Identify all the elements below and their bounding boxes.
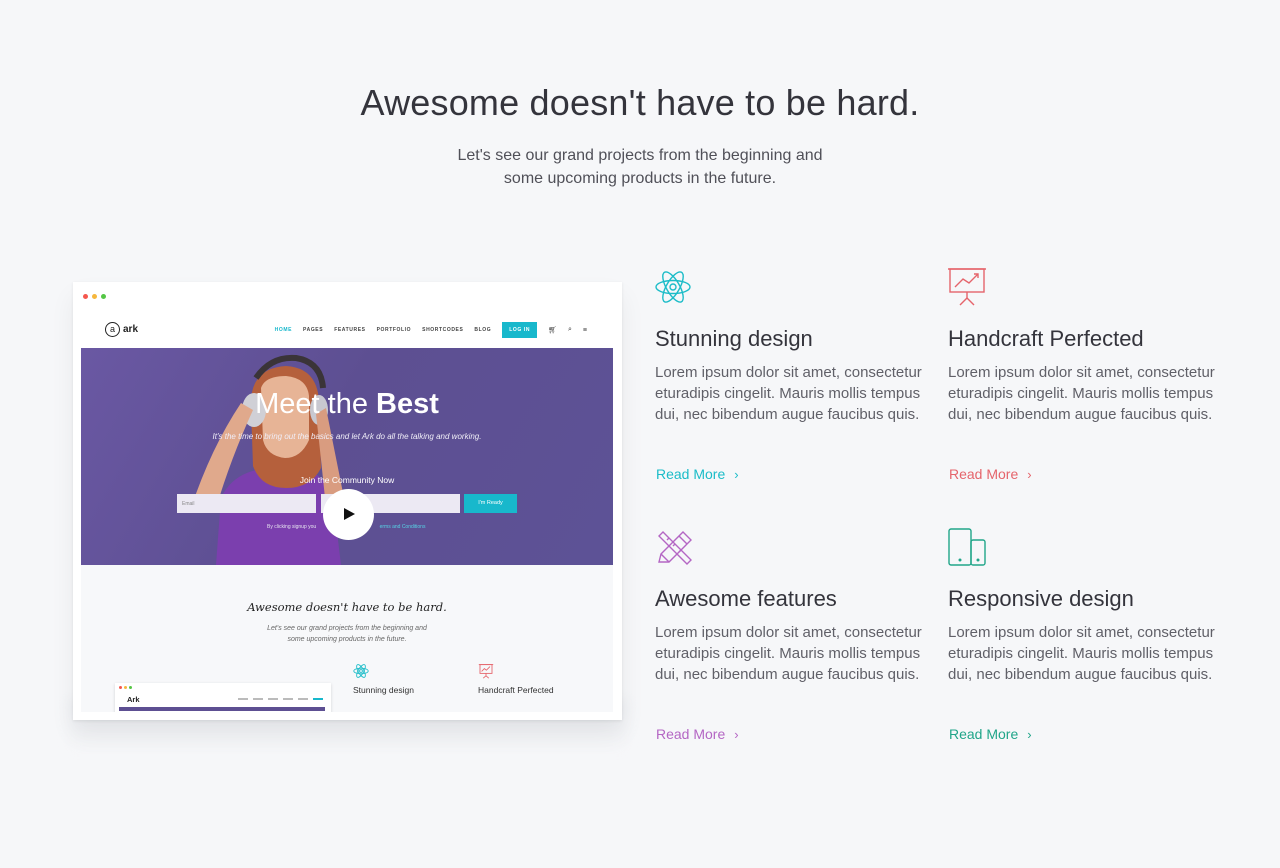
community-label: Join the Community Now <box>299 475 395 485</box>
chevron-right-icon: › <box>734 467 739 482</box>
feature-title: Awesome features <box>655 586 837 611</box>
devices-icon <box>948 528 986 566</box>
read-more-link[interactable]: Read More › <box>656 726 739 742</box>
section-subtitle: Let's see our grand projects from the be… <box>440 144 840 190</box>
mini-presentation-icon <box>478 664 494 679</box>
feature-description: Lorem ipsum dolor sit amet, consectetur … <box>948 624 1215 683</box>
banner-description: It's the time to bring out the basics an… <box>212 432 482 441</box>
feature-title: Responsive design <box>948 586 1134 611</box>
menu-item-features: FEATURES <box>334 327 366 333</box>
mockup-subtitle-line-2: some upcoming products in the future. <box>287 636 407 643</box>
banner-title: Meet the Best <box>81 388 613 421</box>
menu-item-portfolio: PORTFOLIO <box>376 327 412 333</box>
mockup-section-title: Awesome doesn't have to be hard. <box>247 600 447 614</box>
logo-circle-icon: a <box>105 322 120 337</box>
menu-item-blog: BLOG <box>474 327 492 333</box>
read-more-label: Read More <box>656 726 726 742</box>
atom-icon <box>655 271 691 303</box>
feature-title: Stunning design <box>655 326 813 351</box>
terms-link: erms and Conditions <box>379 524 426 530</box>
menu-item-home: HOME <box>274 327 293 333</box>
feature-description: Lorem ipsum dolor sit amet, consectetur … <box>948 364 1215 423</box>
mockup-menu: HOME PAGES FEATURES PORTFOLIO SHORTCODES… <box>275 322 587 338</box>
read-more-link[interactable]: Read More › <box>656 466 739 482</box>
mockup-hero-banner: Meet the Best It's the time to bring out… <box>81 348 613 565</box>
website-mockup: a ark HOME PAGES FEATURES PORTFOLIO SHOR… <box>73 282 622 720</box>
chevron-right-icon: › <box>1027 727 1032 742</box>
nested-window-controls <box>119 686 132 689</box>
mini-atom-icon <box>353 664 369 678</box>
mockup-section-subtitle: Let's see our grand projects from the be… <box>247 623 447 645</box>
minimize-dot-icon <box>92 294 97 299</box>
search-icon: ⌕ <box>567 326 572 333</box>
mockup-ready-button: I'm Ready <box>464 494 517 513</box>
mockup-features-section: Awesome doesn't have to be hard. Let's s… <box>81 565 613 712</box>
cart-icon: 🛒︎ <box>548 327 557 334</box>
read-more-label: Read More <box>949 466 1019 482</box>
read-more-link[interactable]: Read More › <box>949 726 1032 742</box>
menu-item-pages: PAGES <box>303 327 324 333</box>
subtitle-line-1: Let's see our grand projects from the be… <box>457 147 823 164</box>
login-button: LOG IN <box>502 322 538 338</box>
read-more-label: Read More <box>949 726 1019 742</box>
feature-title: Handcraft Perfected <box>948 326 1144 351</box>
chevron-right-icon: › <box>1027 467 1032 482</box>
nested-mockup-screenshot: Ark <box>115 683 331 712</box>
presentation-chart-icon <box>948 268 986 306</box>
feature-description: Lorem ipsum dolor sit amet, consectetur … <box>655 624 922 683</box>
mini-feature-stunning: Stunning design <box>353 685 414 695</box>
play-video-button[interactable] <box>323 489 374 540</box>
banner-title-bold: Best <box>376 388 439 420</box>
terms-prefix: By clicking signup you <box>267 524 317 530</box>
nested-menu <box>238 698 323 700</box>
mockup-logo: a ark <box>105 322 138 337</box>
maximize-dot-icon <box>101 294 106 299</box>
chevron-right-icon: › <box>734 727 739 742</box>
person-with-headphones-image <box>191 354 346 565</box>
read-more-link[interactable]: Read More › <box>949 466 1032 482</box>
nested-banner <box>119 707 325 711</box>
banner-title-light: Meet the <box>255 388 377 420</box>
menu-item-shortcodes: SHORTCODES <box>422 327 464 333</box>
window-controls <box>83 294 106 299</box>
mockup-subtitle-line-1: Let's see our grand projects from the be… <box>267 625 427 632</box>
section-title: Awesome doesn't have to be hard. <box>360 82 920 123</box>
nested-logo: Ark <box>127 695 140 704</box>
logo-text: ark <box>123 324 139 335</box>
subtitle-line-2: some upcoming products in the future. <box>503 170 777 187</box>
mockup-email-field: Email <box>177 494 316 513</box>
mini-feature-handcraft: Handcraft Perfected <box>478 685 554 695</box>
menu-icon: ≡ <box>582 326 587 334</box>
read-more-label: Read More <box>656 466 726 482</box>
feature-description: Lorem ipsum dolor sit amet, consectetur … <box>655 364 922 423</box>
pencil-ruler-icon <box>658 531 692 565</box>
mockup-page: a ark HOME PAGES FEATURES PORTFOLIO SHOR… <box>81 312 613 712</box>
mockup-navbar: a ark HOME PAGES FEATURES PORTFOLIO SHOR… <box>81 312 613 348</box>
close-dot-icon <box>83 294 88 299</box>
